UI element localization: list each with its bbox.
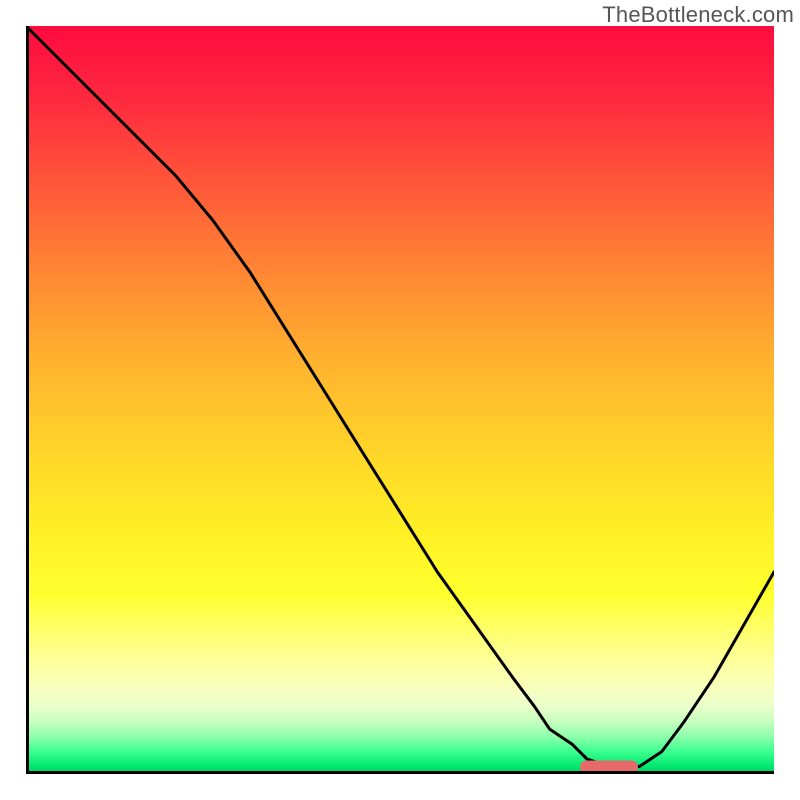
watermark-text: TheBottleneck.com (602, 2, 794, 28)
chart-plot-area (26, 26, 774, 774)
chart-background-gradient (26, 26, 774, 774)
optimal-point-marker (580, 760, 638, 773)
